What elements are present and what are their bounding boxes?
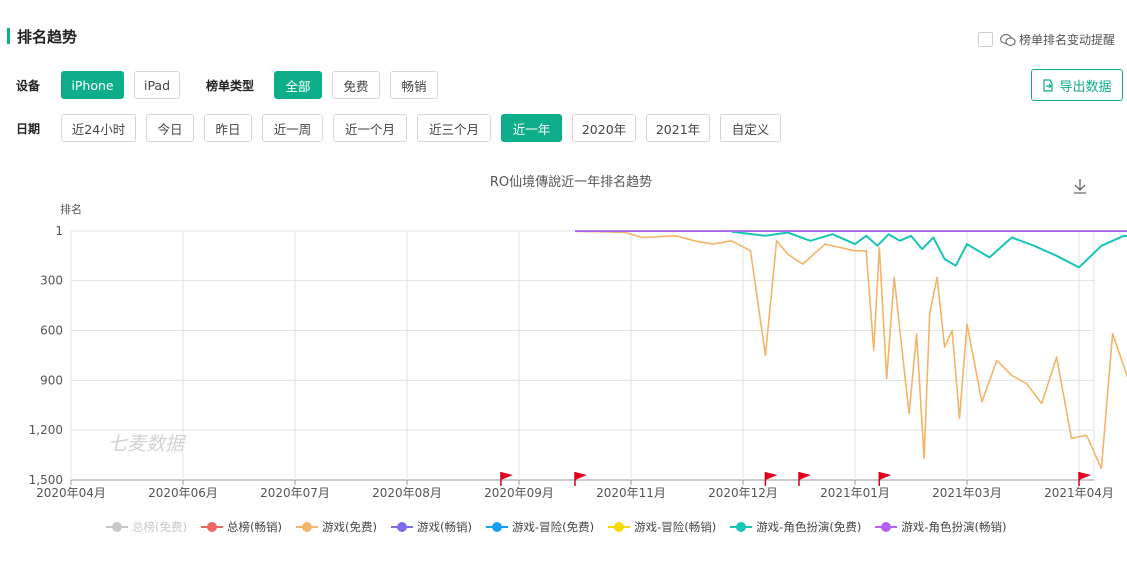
x-tick-label: 2020年12月	[708, 486, 778, 500]
legend-item-7[interactable]: 游戏-角色扮演(畅销)	[875, 519, 1006, 535]
legend-item-4[interactable]: 游戏-冒险(免费)	[485, 519, 595, 535]
event-flag-icon[interactable]	[764, 472, 778, 486]
event-flag-icon[interactable]	[1078, 472, 1091, 486]
legend-label: 游戏-冒险(免费)	[511, 520, 595, 534]
y-tick-label: 1,200	[29, 423, 63, 437]
legend-symbol	[295, 522, 318, 532]
event-flag-icon[interactable]	[798, 472, 811, 486]
x-tick-label: 2020年06月	[148, 486, 218, 500]
download-icon[interactable]	[1074, 179, 1086, 194]
legend-symbol	[875, 522, 898, 532]
legend-label: 游戏-角色扮演(免费)	[756, 520, 862, 534]
y-axis-label: 排名	[60, 202, 82, 216]
legend-label: 游戏-角色扮演(畅销)	[901, 520, 1007, 534]
x-tick-label: 2021年01月	[820, 486, 890, 500]
legend-symbol	[608, 522, 631, 532]
chart-legend: 总榜(免费) 总榜(畅销) 游戏(免费) 游戏(畅销) 游戏-冒险(免费) 游戏-冒险(畅…	[106, 519, 1020, 535]
x-tick-label: 2020年11月	[596, 486, 666, 500]
legend-label: 总榜(免费)	[132, 520, 187, 534]
y-tick-label: 1	[55, 224, 63, 238]
x-tick-label: 2020年08月	[372, 486, 442, 500]
y-tick-label: 300	[40, 274, 63, 288]
legend-label: 总榜(畅销)	[226, 520, 282, 534]
series-line-6	[731, 230, 1127, 269]
legend-item-0[interactable]: 总榜(免费)	[106, 519, 187, 535]
legend-item-1[interactable]: 总榜(畅销)	[200, 519, 282, 535]
x-tick-label: 2020年09月	[484, 486, 554, 500]
chart-title: RO仙境傳說近一年排名趋势	[490, 174, 652, 190]
legend-item-2[interactable]: 游戏(免费)	[295, 519, 377, 535]
event-flag-icon[interactable]	[500, 472, 513, 486]
legend-label: 游戏-冒险(畅销)	[634, 520, 717, 534]
event-flag-icon[interactable]	[878, 472, 892, 486]
legend-item-3[interactable]: 游戏(畅销)	[390, 519, 472, 535]
y-tick-label: 1,500	[29, 473, 63, 487]
legend-label: 游戏(畅销)	[416, 520, 472, 534]
legend-symbol	[106, 522, 128, 532]
x-tick-label: 2020年04月	[36, 486, 106, 500]
watermark: 七麦数据	[108, 433, 187, 455]
y-tick-label: 600	[40, 324, 63, 338]
x-tick-label: 2021年03月	[932, 486, 1002, 500]
x-tick-label: 2021年04月	[1044, 486, 1114, 500]
event-flag-icon[interactable]	[574, 472, 587, 486]
legend-symbol	[390, 522, 413, 532]
legend-symbol	[730, 522, 753, 532]
legend-label: 游戏(免费)	[321, 520, 377, 534]
legend-symbol	[200, 522, 223, 532]
y-tick-label: 900	[40, 373, 63, 387]
legend-item-6[interactable]: 游戏-角色扮演(免费)	[730, 519, 861, 535]
legend-symbol	[485, 522, 508, 532]
series-line-2	[574, 230, 1127, 470]
rank-trend-chart: RO仙境傳說近一年排名趋势 排名 1 300 600 900 1,200 1,500 20…	[29, 174, 1127, 500]
x-tick-label: 2020年07月	[260, 486, 330, 500]
legend-item-5[interactable]: 游戏-冒险(畅销)	[608, 519, 716, 535]
